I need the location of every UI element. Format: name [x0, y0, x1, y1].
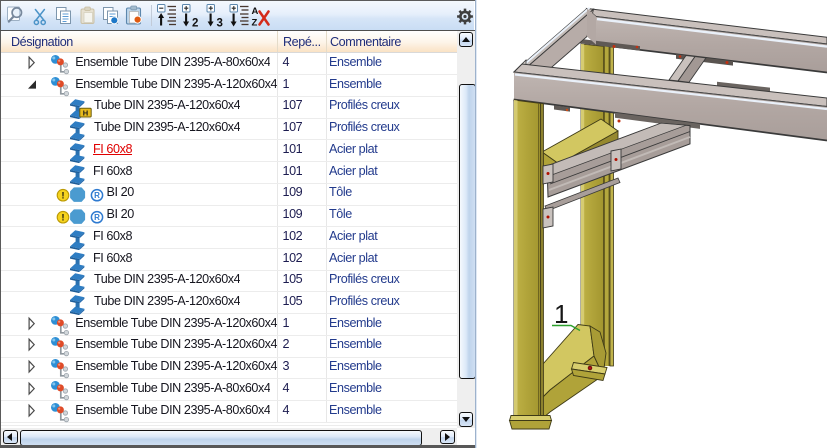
svg-text:!: ! — [62, 191, 65, 201]
svg-text:H: H — [83, 109, 88, 118]
svg-text:R: R — [94, 213, 100, 222]
svg-text:Z: Z — [252, 18, 258, 29]
svg-text:A: A — [252, 6, 259, 17]
svg-text:2: 2 — [192, 18, 198, 30]
svg-text:1: 1 — [554, 299, 568, 329]
svg-text:3: 3 — [217, 18, 223, 30]
svg-text:!: ! — [62, 213, 65, 223]
svg-text:R: R — [94, 191, 100, 200]
